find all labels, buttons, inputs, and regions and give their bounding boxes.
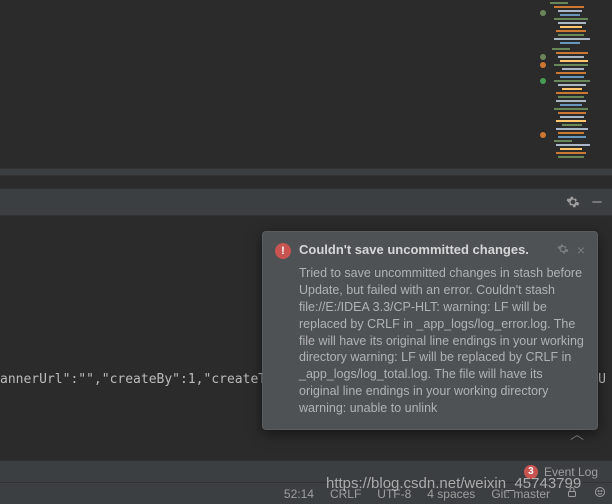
error-icon: ! bbox=[275, 243, 291, 259]
scroll-up-icon[interactable]: ︿ bbox=[570, 424, 584, 444]
git-branch[interactable]: Git: master bbox=[491, 487, 550, 501]
indent-setting[interactable]: 4 spaces bbox=[427, 487, 475, 501]
line-ending[interactable]: CRLF bbox=[330, 487, 361, 501]
memory-indicator-icon[interactable] bbox=[594, 486, 606, 501]
event-count-badge[interactable]: 3 bbox=[524, 465, 538, 479]
minimize-icon[interactable] bbox=[590, 195, 604, 209]
status-bar: 52:14 CRLF UTF-8 4 spaces Git: master bbox=[0, 482, 612, 504]
editor-area[interactable] bbox=[0, 0, 612, 168]
cursor-position[interactable]: 52:14 bbox=[284, 487, 314, 501]
notification-balloon: ! Couldn't save uncommitted changes. × T… bbox=[262, 231, 598, 430]
notification-settings-icon[interactable] bbox=[557, 242, 569, 258]
event-log-label[interactable]: Event Log bbox=[544, 465, 598, 479]
gear-icon[interactable] bbox=[566, 195, 580, 209]
notification-close-icon[interactable]: × bbox=[577, 242, 585, 258]
code-minimap[interactable] bbox=[548, 0, 610, 168]
event-log-bar: 3 Event Log bbox=[0, 460, 612, 482]
lock-icon[interactable] bbox=[566, 486, 578, 501]
encoding[interactable]: UTF-8 bbox=[377, 487, 411, 501]
console-line: annerUrl":"","createBy":1,"createTim bbox=[0, 372, 282, 387]
console-line-trail: U bbox=[598, 372, 606, 387]
panel-divider[interactable] bbox=[0, 168, 612, 176]
notification-body: Tried to save uncommitted changes in sta… bbox=[275, 265, 585, 417]
notification-title: Couldn't save uncommitted changes. bbox=[299, 242, 549, 257]
tool-window-header bbox=[0, 188, 612, 216]
